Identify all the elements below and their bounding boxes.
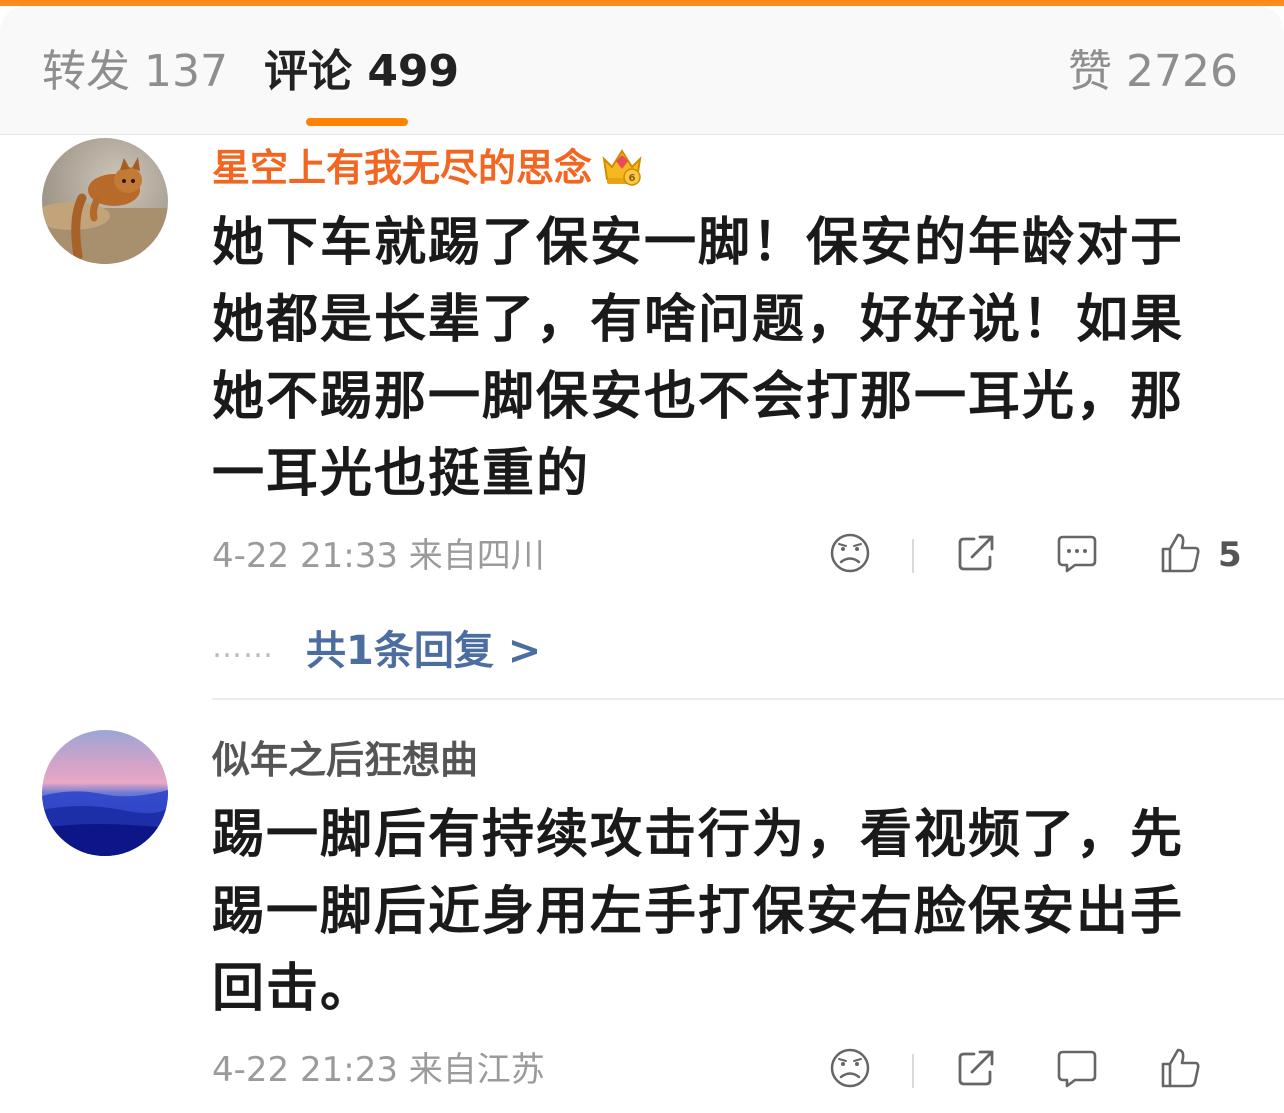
thumbs-up-icon[interactable]: [1158, 1046, 1202, 1090]
comment-icon[interactable]: [1055, 531, 1099, 575]
comment-icon[interactable]: [1055, 1046, 1099, 1090]
thumbs-up-icon[interactable]: [1158, 531, 1202, 575]
dislike-face-icon[interactable]: [828, 531, 872, 575]
comment-2-text: 踢一脚后有持续攻击行为，看视频了，先踢一脚后近身用左手打保安右脸保安出手回击。: [212, 805, 1185, 1019]
action-divider: [912, 1054, 914, 1088]
dislike-face-icon[interactable]: [828, 1046, 872, 1090]
cat-avatar-image: [42, 138, 168, 264]
replies-row: …… 共1条回复 >: [212, 618, 541, 676]
avatar[interactable]: [42, 138, 168, 264]
comment-1-actions: 5: [0, 531, 1284, 581]
comment-1-text: 她下车就踢了保安一脚！保安的年龄对于她都是长辈了，有啥问题，好好说！如果她不踢那…: [212, 213, 1185, 504]
share-icon[interactable]: [954, 1046, 998, 1090]
comment-1-username[interactable]: 星空上有我无尽的思念 6: [212, 144, 644, 198]
vip-crown-icon: 6: [600, 145, 644, 198]
tab-comments[interactable]: 评论 499: [264, 44, 459, 100]
weibo-comments-page: 转发 137 评论 499 赞 2726 星空上有我无尽的思念 6 她下车就踢了…: [0, 0, 1284, 1113]
avatar[interactable]: [42, 730, 168, 856]
comment-2-actions: [0, 1046, 1284, 1096]
svg-text:6: 6: [629, 173, 636, 184]
like-count: 5: [1218, 535, 1242, 575]
tab-likes[interactable]: 赞 2726: [1068, 44, 1238, 100]
replies-dots: ……: [212, 629, 274, 665]
action-divider: [912, 539, 914, 573]
username-text: 星空上有我无尽的思念: [212, 146, 593, 190]
comment-separator: [212, 698, 1284, 700]
view-replies-link[interactable]: 共1条回复 >: [306, 628, 541, 674]
tab-bar: 转发 137 评论 499 赞 2726: [0, 6, 1284, 134]
share-icon[interactable]: [954, 531, 998, 575]
sunset-avatar-image: [42, 730, 168, 856]
comment-2-username[interactable]: 似年之后狂想曲: [212, 736, 478, 784]
tab-divider: [0, 134, 1284, 135]
active-tab-indicator: [306, 118, 408, 126]
tab-repost[interactable]: 转发 137: [42, 44, 228, 100]
